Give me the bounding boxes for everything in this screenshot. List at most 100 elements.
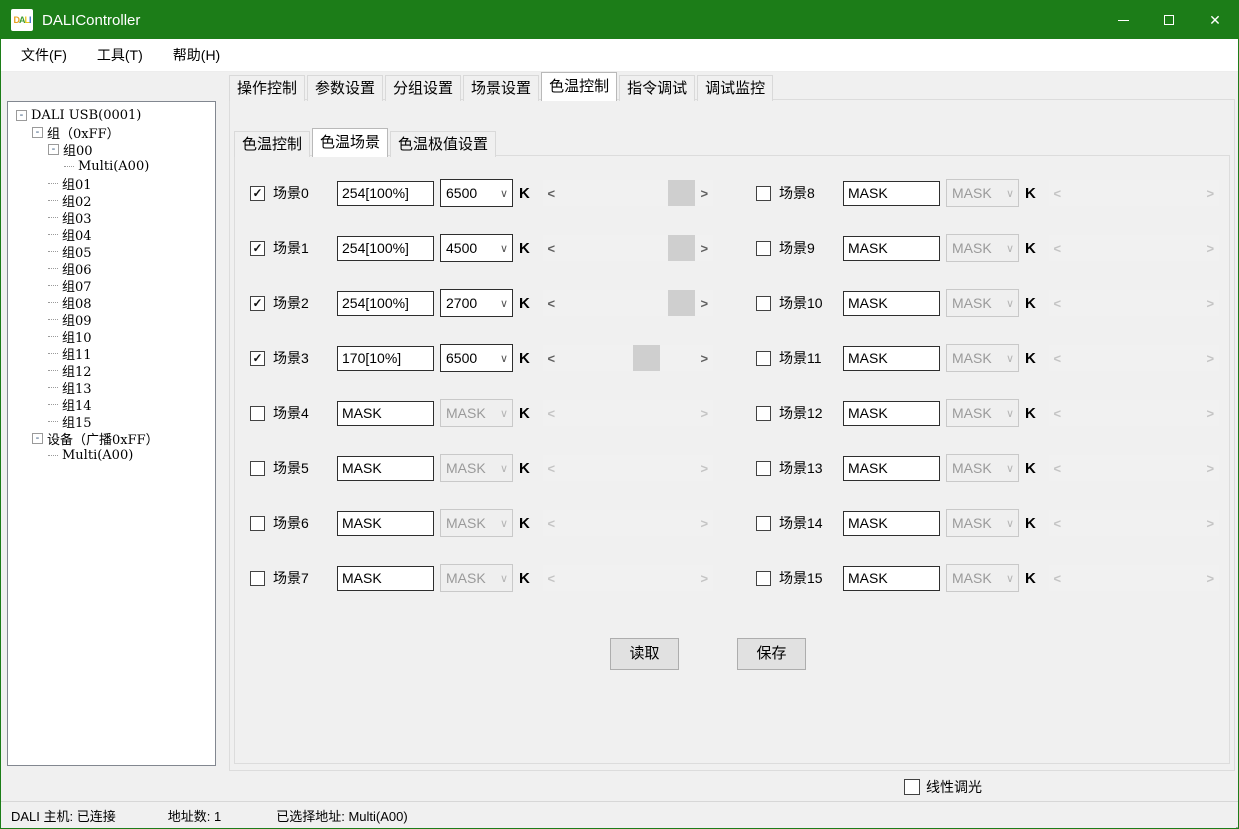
- tree-node-14[interactable]: 组11: [8, 345, 215, 362]
- read-button[interactable]: 读取: [610, 638, 679, 670]
- tab-2[interactable]: 分组设置: [385, 75, 461, 101]
- tree-expander-icon[interactable]: -: [32, 433, 43, 444]
- scene-checkbox[interactable]: ✓: [756, 461, 771, 476]
- tree-node-0[interactable]: -DALI USB(0001): [8, 107, 215, 124]
- maximize-button[interactable]: [1146, 1, 1192, 39]
- scene-checkbox[interactable]: ✓: [756, 241, 771, 256]
- scroll-left-icon[interactable]: <: [543, 290, 560, 316]
- scene-level-input[interactable]: [337, 346, 434, 371]
- menu-item-1[interactable]: 工具(T): [87, 39, 153, 71]
- tree-node-4[interactable]: 组01: [8, 175, 215, 192]
- scene-level-input[interactable]: [843, 401, 940, 426]
- temp-scrollbar[interactable]: <>: [543, 345, 713, 371]
- scene-level-input[interactable]: [337, 236, 434, 261]
- scene-checkbox[interactable]: ✓: [756, 516, 771, 531]
- scrollbar-thumb[interactable]: [668, 180, 695, 206]
- scene-level-input[interactable]: [337, 181, 434, 206]
- tree-expander-icon[interactable]: -: [48, 144, 59, 155]
- scene-level-input[interactable]: [843, 346, 940, 371]
- close-button[interactable]: ✕: [1192, 1, 1238, 39]
- tab-5[interactable]: 指令调试: [619, 75, 695, 101]
- scene-checkbox[interactable]: ✓: [756, 406, 771, 421]
- tree-node-6[interactable]: 组03: [8, 209, 215, 226]
- scene-level-input[interactable]: [843, 236, 940, 261]
- tree-node-3[interactable]: Multi(A00): [8, 158, 215, 175]
- scrollbar-track[interactable]: [560, 345, 696, 371]
- scene-checkbox[interactable]: ✓: [756, 351, 771, 366]
- tree-node-10[interactable]: 组07: [8, 277, 215, 294]
- scene-checkbox[interactable]: ✓: [250, 516, 265, 531]
- scene-temp-select[interactable]: MASK∨: [946, 399, 1019, 427]
- tab-0[interactable]: 操作控制: [229, 75, 305, 101]
- tree-node-17[interactable]: 组14: [8, 396, 215, 413]
- tab-4[interactable]: 色温控制: [541, 72, 617, 101]
- scene-temp-select[interactable]: MASK∨: [440, 509, 513, 537]
- tree-expander-icon[interactable]: -: [16, 110, 27, 121]
- temp-scrollbar[interactable]: <>: [543, 180, 713, 206]
- tree-node-20[interactable]: Multi(A00): [8, 447, 215, 464]
- tree-node-1[interactable]: -组（0xFF）: [8, 124, 215, 141]
- scene-level-input[interactable]: [337, 456, 434, 481]
- minimize-button[interactable]: [1100, 1, 1146, 39]
- tree-node-18[interactable]: 组15: [8, 413, 215, 430]
- scene-temp-select[interactable]: MASK∨: [946, 344, 1019, 372]
- subtab-0[interactable]: 色温控制: [234, 131, 310, 157]
- scrollbar-thumb[interactable]: [633, 345, 660, 371]
- scroll-left-icon[interactable]: <: [543, 345, 560, 371]
- scene-temp-select[interactable]: MASK∨: [946, 454, 1019, 482]
- scrollbar-track[interactable]: [560, 235, 696, 261]
- scene-checkbox[interactable]: ✓: [250, 351, 265, 366]
- scene-level-input[interactable]: [337, 511, 434, 536]
- tree-node-12[interactable]: 组09: [8, 311, 215, 328]
- scene-level-input[interactable]: [843, 456, 940, 481]
- tree-node-16[interactable]: 组13: [8, 379, 215, 396]
- scene-temp-select[interactable]: MASK∨: [440, 564, 513, 592]
- scrollbar-track[interactable]: [560, 180, 696, 206]
- scene-temp-select[interactable]: MASK∨: [946, 234, 1019, 262]
- scene-temp-select[interactable]: 2700∨: [440, 289, 513, 317]
- tab-6[interactable]: 调试监控: [697, 75, 773, 101]
- subtab-1[interactable]: 色温场景: [312, 128, 388, 157]
- scene-checkbox[interactable]: ✓: [250, 186, 265, 201]
- temp-scrollbar[interactable]: <>: [543, 235, 713, 261]
- tree-node-9[interactable]: 组06: [8, 260, 215, 277]
- tree-node-11[interactable]: 组08: [8, 294, 215, 311]
- scene-temp-select[interactable]: MASK∨: [946, 509, 1019, 537]
- scroll-right-icon[interactable]: >: [696, 290, 713, 316]
- scene-temp-select[interactable]: MASK∨: [946, 179, 1019, 207]
- scrollbar-thumb[interactable]: [668, 235, 695, 261]
- scene-level-input[interactable]: [843, 566, 940, 591]
- scroll-right-icon[interactable]: >: [696, 235, 713, 261]
- save-button[interactable]: 保存: [737, 638, 806, 670]
- scene-checkbox[interactable]: ✓: [250, 571, 265, 586]
- scene-level-input[interactable]: [843, 181, 940, 206]
- scene-temp-select[interactable]: MASK∨: [946, 289, 1019, 317]
- tree-node-8[interactable]: 组05: [8, 243, 215, 260]
- scene-temp-select[interactable]: 6500∨: [440, 344, 513, 372]
- menu-item-2[interactable]: 帮助(H): [163, 39, 230, 71]
- scene-level-input[interactable]: [337, 401, 434, 426]
- scene-level-input[interactable]: [843, 511, 940, 536]
- scroll-left-icon[interactable]: <: [543, 235, 560, 261]
- temp-scrollbar[interactable]: <>: [543, 290, 713, 316]
- scene-temp-select[interactable]: MASK∨: [946, 564, 1019, 592]
- device-tree[interactable]: -DALI USB(0001)-组（0xFF）-组00Multi(A00)组01…: [7, 101, 216, 766]
- tab-3[interactable]: 场景设置: [463, 75, 539, 101]
- tree-node-15[interactable]: 组12: [8, 362, 215, 379]
- scene-checkbox[interactable]: ✓: [756, 186, 771, 201]
- subtab-2[interactable]: 色温极值设置: [390, 131, 496, 157]
- scene-checkbox[interactable]: ✓: [756, 571, 771, 586]
- tree-node-5[interactable]: 组02: [8, 192, 215, 209]
- linear-dimming-checkbox[interactable]: ✓: [904, 779, 920, 795]
- resize-grip-icon[interactable]: [1232, 823, 1234, 825]
- scene-temp-select[interactable]: 4500∨: [440, 234, 513, 262]
- scene-checkbox[interactable]: ✓: [250, 241, 265, 256]
- scrollbar-track[interactable]: [560, 290, 696, 316]
- scene-temp-select[interactable]: 6500∨: [440, 179, 513, 207]
- scene-checkbox[interactable]: ✓: [756, 296, 771, 311]
- scene-checkbox[interactable]: ✓: [250, 406, 265, 421]
- tree-node-13[interactable]: 组10: [8, 328, 215, 345]
- tree-node-7[interactable]: 组04: [8, 226, 215, 243]
- menu-item-0[interactable]: 文件(F): [11, 39, 77, 71]
- scene-level-input[interactable]: [337, 566, 434, 591]
